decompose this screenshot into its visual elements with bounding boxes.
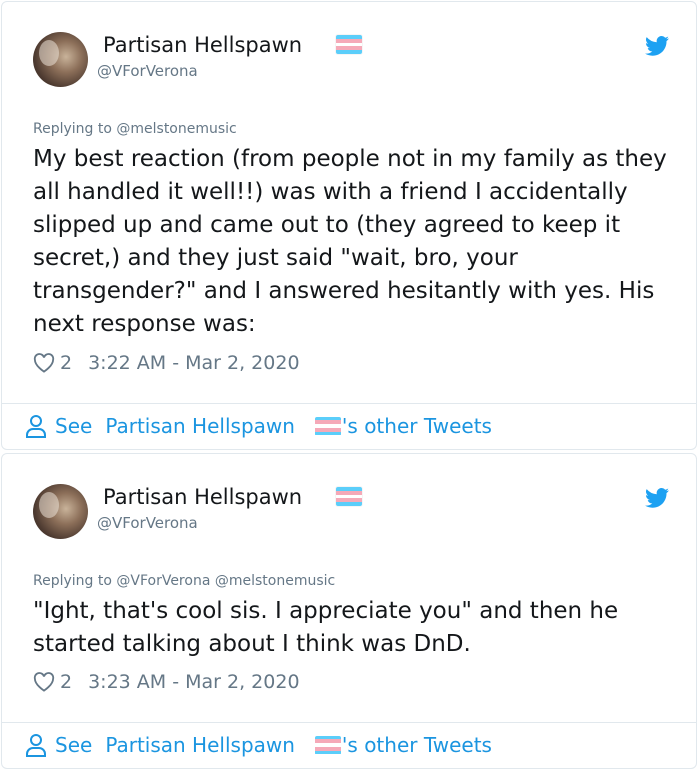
like-count[interactable]: 2 [60,671,72,693]
replying-to[interactable]: Replying to @VForVerona @melstonemusic [33,573,335,589]
trans-flag-icon [336,487,362,506]
trans-flag-icon [314,416,341,436]
avatar[interactable] [33,32,88,87]
author-handle[interactable]: @VForVerona [97,514,198,532]
see-author-name: Partisan Hellspawn [105,414,295,438]
see-label: See [55,414,93,438]
see-suffix: 's other Tweets [341,733,492,757]
see-suffix: 's other Tweets [341,414,492,438]
heart-icon[interactable] [33,672,55,692]
see-label: See [55,733,93,757]
like-count[interactable]: 2 [60,352,72,374]
twitter-bird-icon[interactable] [645,488,669,508]
tweet-meta: 2 3:23 AM - Mar 2, 2020 [33,671,300,693]
heart-icon[interactable] [33,353,55,373]
author-name[interactable]: Partisan Hellspawn [103,485,302,509]
timestamp[interactable]: 3:22 AM - Mar 2, 2020 [88,352,299,374]
tweet-text: "Ight, that's cool sis. I appreciate you… [33,598,619,657]
divider [2,722,696,723]
see-other-tweets-link[interactable]: See Partisan Hellspawn 's other Tweets [25,414,492,438]
trans-flag-icon [336,35,362,54]
twitter-bird-icon[interactable] [645,36,669,56]
author-name[interactable]: Partisan Hellspawn [103,33,302,57]
avatar[interactable] [33,484,88,539]
tweet-card-1: Partisan Hellspawn @VForVerona Replying … [1,1,697,450]
tweet-text: My best reaction (from people not in my … [33,146,667,337]
timestamp[interactable]: 3:23 AM - Mar 2, 2020 [88,671,299,693]
replying-to[interactable]: Replying to @melstonemusic [33,121,237,137]
tweet-card-2: Partisan Hellspawn @VForVerona Replying … [1,453,697,769]
author-handle[interactable]: @VForVerona [97,62,198,80]
person-icon [26,734,46,757]
tweet-meta: 2 3:22 AM - Mar 2, 2020 [33,352,300,374]
person-icon [26,415,46,438]
trans-flag-icon [314,735,341,755]
see-author-name: Partisan Hellspawn [105,733,295,757]
divider [2,403,696,404]
see-other-tweets-link[interactable]: See Partisan Hellspawn 's other Tweets [25,733,492,757]
